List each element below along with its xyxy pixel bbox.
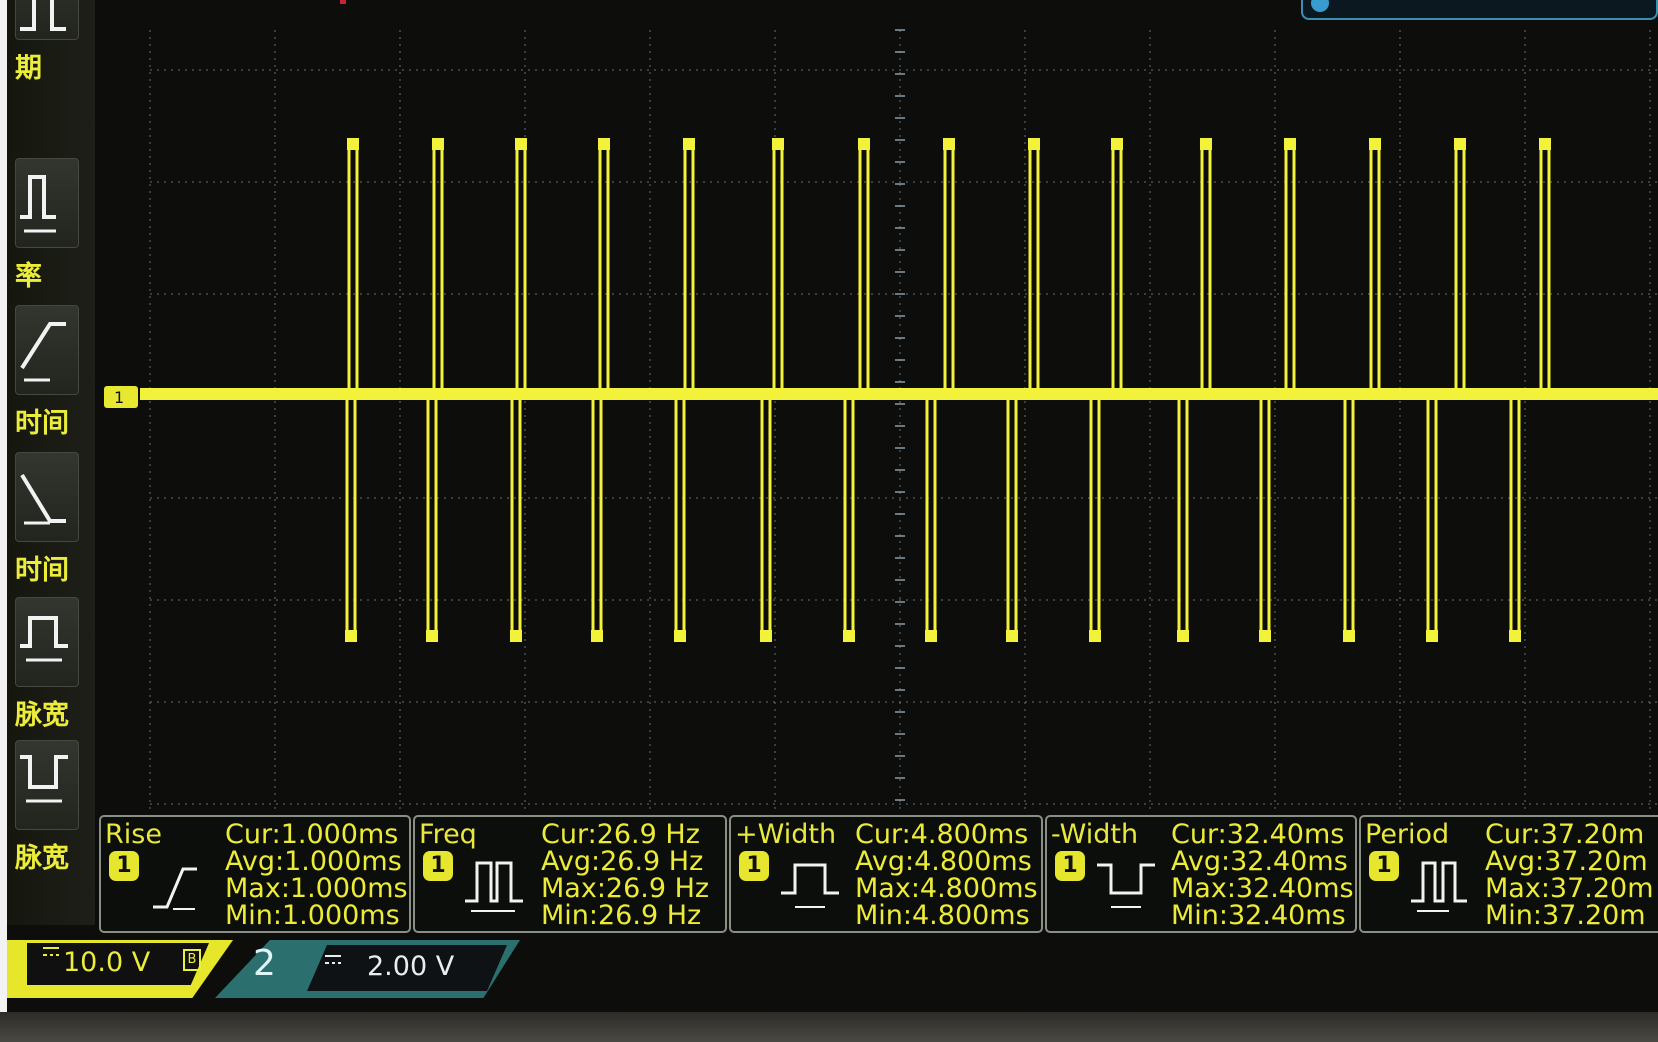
channel-badge: 1 bbox=[423, 851, 453, 881]
trace-positive-spike-cap bbox=[1028, 138, 1040, 150]
channel-badge: 1 bbox=[1369, 851, 1399, 881]
channel-1-scale: 10.0 V bbox=[63, 947, 151, 978]
measurement-cur: Cur:37.20m bbox=[1485, 819, 1645, 850]
measurement-max: Max:37.20m bbox=[1485, 873, 1654, 904]
trace-negative-spike bbox=[925, 394, 937, 638]
trace-positive-spike-cap bbox=[858, 138, 870, 150]
measurement-min: Min:4.800ms bbox=[855, 900, 1030, 931]
measurement-bar: Rise 1 Cur:1.000ms Avg:1.000ms Max:1.000… bbox=[99, 815, 1658, 935]
graticule bbox=[149, 29, 1658, 812]
measurement-name: Rise bbox=[105, 819, 162, 850]
measurement-name: -Width bbox=[1051, 819, 1139, 850]
trace-positive-spike bbox=[1284, 142, 1296, 394]
side-item-label: 脉宽 bbox=[15, 843, 69, 874]
rise-edge-icon bbox=[153, 867, 197, 910]
trace-positive-spike bbox=[772, 142, 784, 394]
trace-negative-spike-cap bbox=[1509, 630, 1521, 642]
trace-negative-spike-cap bbox=[1089, 630, 1101, 642]
trace-positive-spike-cap bbox=[1200, 138, 1212, 150]
trace-negative-spike bbox=[591, 394, 603, 638]
channel-1-trace bbox=[140, 138, 1658, 642]
measurement-avg: Avg:1.000ms bbox=[225, 846, 402, 877]
waveform-display: 1 bbox=[104, 29, 1658, 812]
channel-2-number: 2 bbox=[253, 943, 276, 984]
dc-coupling-icon bbox=[325, 955, 341, 964]
measurement-avg: Avg:32.40ms bbox=[1171, 846, 1348, 877]
measurement-max: Max:26.9 Hz bbox=[541, 873, 710, 904]
measurement-min: Min:1.000ms bbox=[225, 900, 400, 931]
trace-negative-spike-cap bbox=[760, 630, 772, 642]
trace-negative-spike-cap bbox=[674, 630, 686, 642]
trace-negative-spike-cap bbox=[843, 630, 855, 642]
trace-negative-spike-cap bbox=[345, 630, 357, 642]
measurement-min: Min:37.20m bbox=[1485, 900, 1646, 931]
channel-badge: 1 bbox=[1055, 851, 1085, 881]
measurement-min: Min:32.40ms bbox=[1171, 900, 1346, 931]
trace-negative-spike-cap bbox=[591, 630, 603, 642]
trace-negative-spike-cap bbox=[510, 630, 522, 642]
measurement-name: +Width bbox=[735, 819, 837, 850]
measurement-max: Max:32.40ms bbox=[1171, 873, 1354, 904]
trace-negative-spike bbox=[843, 394, 855, 638]
measurement-max: Max:4.800ms bbox=[855, 873, 1038, 904]
svg-text:1: 1 bbox=[114, 388, 124, 407]
channel-1-marker[interactable]: 1 bbox=[104, 386, 138, 408]
trace-negative-spike bbox=[674, 394, 686, 638]
measurement-rise[interactable]: Rise 1 Cur:1.000ms Avg:1.000ms Max:1.000… bbox=[99, 815, 411, 933]
trace-negative-spike-cap bbox=[1426, 630, 1438, 642]
trace-positive-spike-cap bbox=[683, 138, 695, 150]
channel-badge: 1 bbox=[739, 851, 769, 881]
measurement-name: Period bbox=[1365, 819, 1450, 850]
trace-negative-spike-cap bbox=[426, 630, 438, 642]
trace-negative-spike bbox=[1177, 394, 1189, 638]
measurement-min: Min:26.9 Hz bbox=[541, 900, 702, 931]
positive-width-icon bbox=[781, 863, 839, 908]
trace-baseline bbox=[140, 388, 1658, 400]
measurement-frequency[interactable]: Freq 1 Cur:26.9 Hz Avg:26.9 Hz Max:26.9 … bbox=[413, 815, 727, 933]
trace-positive-spike-cap bbox=[1284, 138, 1296, 150]
measurement-avg: Avg:37.20m bbox=[1485, 846, 1648, 877]
measurement-negative-width[interactable]: -Width 1 Cur:32.40ms Avg:32.40ms Max:32.… bbox=[1045, 815, 1357, 933]
trace-positive-spike-cap bbox=[1539, 138, 1551, 150]
trace-negative-spike-cap bbox=[925, 630, 937, 642]
channel-status-bar: 10.0 V B 2 2.00 V bbox=[7, 935, 1658, 1012]
trace-positive-spike-cap bbox=[432, 138, 444, 150]
trace-positive-spike-cap bbox=[598, 138, 610, 150]
screen-bezel bbox=[0, 1012, 1658, 1042]
trace-positive-spike-cap bbox=[1369, 138, 1381, 150]
measurement-period[interactable]: Period 1 Cur:37.20m Avg:37.20m Max:37.20… bbox=[1359, 815, 1658, 933]
negative-width-icon bbox=[1097, 863, 1155, 908]
trace-positive-spike-cap bbox=[347, 138, 359, 150]
measurement-avg: Avg:26.9 Hz bbox=[541, 846, 704, 877]
measurement-avg: Avg:4.800ms bbox=[855, 846, 1032, 877]
trace-negative-spike-cap bbox=[1343, 630, 1355, 642]
measurement-max: Max:1.000ms bbox=[225, 873, 408, 904]
trace-negative-spike-cap bbox=[1259, 630, 1271, 642]
trace-positive-spike bbox=[1200, 142, 1212, 394]
measurement-name: Freq bbox=[419, 819, 477, 850]
trace-positive-spike-cap bbox=[515, 138, 527, 150]
measurement-cur: Cur:1.000ms bbox=[225, 819, 399, 850]
frequency-pulse-icon bbox=[465, 861, 523, 912]
measurement-positive-width[interactable]: +Width 1 Cur:4.800ms Avg:4.800ms Max:4.8… bbox=[729, 815, 1043, 933]
channel-badge: 1 bbox=[109, 851, 139, 881]
trace-positive-spike-cap bbox=[943, 138, 955, 150]
dc-coupling-icon bbox=[43, 947, 59, 956]
trace-positive-spike bbox=[598, 142, 610, 394]
measurement-cur: Cur:32.40ms bbox=[1171, 819, 1345, 850]
trace-negative-spike-cap bbox=[1006, 630, 1018, 642]
period-pulse-icon bbox=[1411, 861, 1467, 912]
trace-positive-spike-cap bbox=[1111, 138, 1123, 150]
trace-negative-spike-cap bbox=[1177, 630, 1189, 642]
measurement-cur: Cur:26.9 Hz bbox=[541, 819, 700, 850]
trace-positive-spike-cap bbox=[772, 138, 784, 150]
bandwidth-limit-icon: B bbox=[183, 949, 201, 971]
trace-negative-spike bbox=[345, 394, 357, 638]
channel-2-scale: 2.00 V bbox=[367, 951, 455, 982]
trace-positive-spike-cap bbox=[1454, 138, 1466, 150]
measurement-cur: Cur:4.800ms bbox=[855, 819, 1029, 850]
